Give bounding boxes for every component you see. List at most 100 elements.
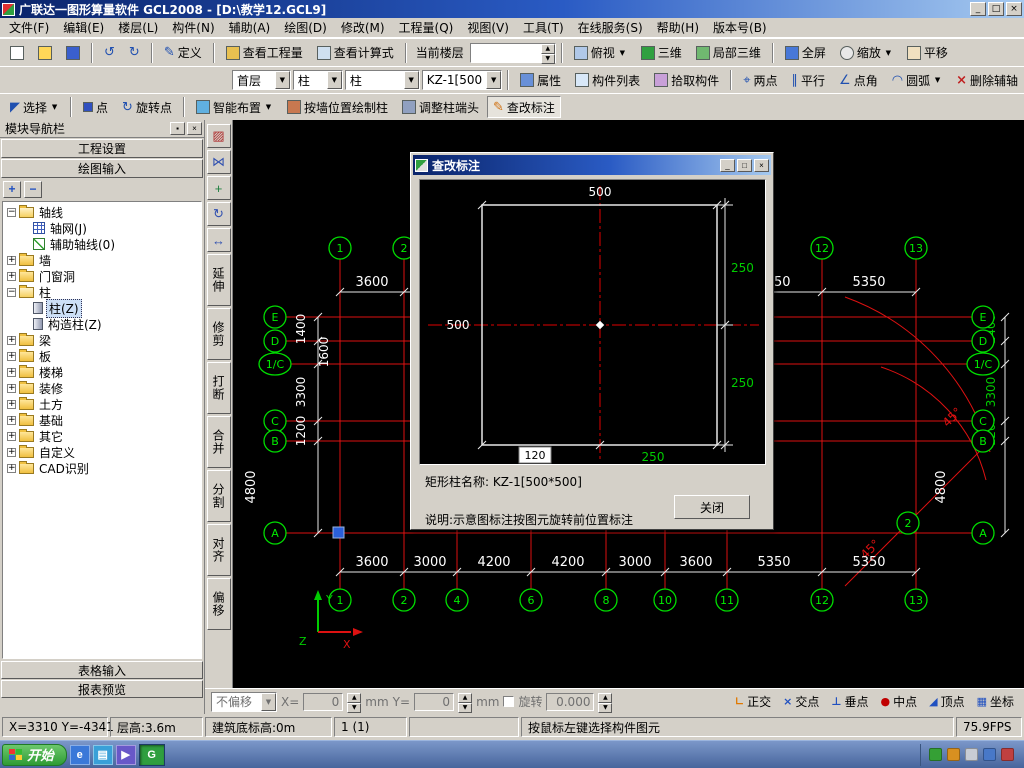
- minimize-button[interactable]: _: [970, 2, 986, 16]
- start-button[interactable]: 开始: [2, 743, 67, 766]
- edit-annotation-button[interactable]: ✎ 查改标注: [487, 96, 561, 118]
- menu-item-12[interactable]: 版本号(B): [706, 17, 774, 38]
- table-input-button[interactable]: 表格输入: [1, 661, 203, 679]
- element-combo[interactable]: KZ-1[500 ▼: [421, 70, 503, 90]
- x-offset-spinner[interactable]: ▲ ▼: [347, 692, 362, 713]
- view-formula-button[interactable]: 查看计算式: [311, 42, 400, 64]
- tree-item-门窗洞[interactable]: + 门窗洞: [3, 268, 201, 284]
- type-combo[interactable]: 柱 ▼: [344, 70, 420, 90]
- close-button[interactable]: ×: [1006, 2, 1022, 16]
- snap-toggle-正交[interactable]: ∟ 正交: [735, 693, 771, 710]
- chevron-down-icon[interactable]: ▼: [264, 98, 273, 116]
- chevron-down-icon[interactable]: ▼: [884, 44, 893, 62]
- vertical-tool-合并[interactable]: 合并: [206, 416, 231, 468]
- chevron-down-icon[interactable]: ▼: [486, 71, 502, 89]
- collapse-all-button[interactable]: −: [24, 180, 42, 198]
- tree-item-板[interactable]: + 板: [3, 348, 201, 364]
- view-quantity-button[interactable]: 查看工程量: [220, 42, 309, 64]
- full-screen-button[interactable]: 全屏: [779, 42, 832, 64]
- arc-axis-button[interactable]: ◠ 圆弧 ▼: [886, 69, 948, 91]
- rotate-icon[interactable]: ↻: [206, 202, 231, 226]
- media-app-button[interactable]: ▶: [115, 744, 136, 765]
- tree-item-CAD识别[interactable]: + CAD识别: [3, 460, 201, 476]
- tree-expander-icon[interactable]: +: [7, 415, 16, 425]
- menu-item-10[interactable]: 在线服务(S): [571, 17, 650, 38]
- dim-bottom-left[interactable]: 120: [525, 449, 546, 462]
- tree-expander-icon[interactable]: −: [7, 287, 16, 297]
- section-draw-input[interactable]: 绘图输入: [1, 159, 203, 178]
- rotate-point-button[interactable]: ↻ 旋转点: [116, 96, 178, 118]
- vertical-tool-延伸[interactable]: 延伸: [206, 254, 231, 306]
- spin-up-icon[interactable]: ▲: [540, 43, 555, 54]
- top-view-button[interactable]: 俯视 ▼: [568, 42, 633, 64]
- maximize-button[interactable]: □: [988, 2, 1004, 16]
- menu-item-2[interactable]: 楼层(L): [111, 17, 165, 38]
- chevron-down-icon[interactable]: ▼: [326, 71, 342, 89]
- smart-layout-button[interactable]: 智能布置 ▼: [190, 96, 279, 118]
- pan-button[interactable]: 平移: [901, 42, 954, 64]
- properties-button[interactable]: 属性: [514, 69, 567, 91]
- tree-expander-icon[interactable]: +: [7, 367, 16, 377]
- vertical-tool-分割[interactable]: 分割: [206, 470, 231, 522]
- tree-item-轴网(J)[interactable]: 轴网(J): [3, 220, 201, 236]
- network-icon[interactable]: [983, 748, 996, 761]
- tree-expander-icon[interactable]: +: [7, 335, 16, 345]
- snap-toggle-交点[interactable]: × 交点: [783, 693, 819, 710]
- menu-item-6[interactable]: 修改(M): [334, 17, 392, 38]
- chevron-down-icon[interactable]: ▼: [403, 71, 419, 89]
- tree-item-构造柱(Z)[interactable]: 构造柱(Z): [3, 316, 201, 332]
- selected-column-element[interactable]: [332, 526, 345, 539]
- spin-down-icon[interactable]: ▼: [540, 53, 555, 64]
- spin-up-icon[interactable]: ▲: [347, 692, 362, 703]
- show-desktop-button[interactable]: ▤: [92, 744, 113, 765]
- parallel-axis-button[interactable]: ∥ 平行: [786, 69, 832, 91]
- menu-item-1[interactable]: 编辑(E): [56, 17, 111, 38]
- menu-item-4[interactable]: 辅助(A): [222, 17, 278, 38]
- expand-all-button[interactable]: +: [3, 180, 21, 198]
- vertical-tool-偏移[interactable]: 偏移: [206, 578, 231, 630]
- menu-item-7[interactable]: 工程量(Q): [392, 17, 461, 38]
- move-icon[interactable]: +: [206, 176, 231, 200]
- draw-by-wall-button[interactable]: 按墙位置绘制柱: [281, 96, 394, 118]
- tree-expander-icon[interactable]: +: [7, 255, 16, 265]
- tree-expander-icon[interactable]: +: [7, 463, 16, 473]
- spin-up-icon[interactable]: ▲: [458, 692, 473, 703]
- rotate-input[interactable]: 0.000: [546, 692, 595, 711]
- chevron-down-icon[interactable]: ▼: [50, 98, 59, 116]
- gcl-app-button[interactable]: G: [138, 743, 165, 766]
- spin-up-icon[interactable]: ▲: [598, 692, 613, 703]
- zoom-button[interactable]: 缩放 ▼: [834, 42, 899, 64]
- floor-combo[interactable]: 首层 ▼: [232, 70, 291, 90]
- current-floor-combo[interactable]: ▲ ▼: [469, 42, 556, 64]
- tree-item-墙[interactable]: + 墙: [3, 252, 201, 268]
- tree-expander-icon[interactable]: +: [7, 431, 16, 441]
- chevron-down-icon[interactable]: ▼: [933, 71, 942, 89]
- new-button[interactable]: [4, 42, 30, 64]
- orange-tray-icon[interactable]: [947, 748, 960, 761]
- tree-item-装修[interactable]: + 装修: [3, 380, 201, 396]
- stretch-icon[interactable]: ↔: [206, 228, 231, 252]
- two-point-axis-button[interactable]: ⌖ 两点: [737, 69, 783, 91]
- tree-expander-icon[interactable]: −: [7, 207, 16, 217]
- tree-item-基础[interactable]: + 基础: [3, 412, 201, 428]
- point-angle-button[interactable]: ∠ 点角: [833, 69, 884, 91]
- offset-mode-combo[interactable]: 不偏移 ▼: [211, 691, 277, 712]
- close-panel-button[interactable]: ×: [187, 122, 202, 135]
- save-button[interactable]: [60, 42, 86, 64]
- tree-item-楼梯[interactable]: + 楼梯: [3, 364, 201, 380]
- dialog-title-bar[interactable]: 查改标注 _ □ ×: [413, 155, 771, 175]
- spin-down-icon[interactable]: ▼: [347, 702, 362, 713]
- adjust-column-end-button[interactable]: 调整柱端头: [396, 96, 485, 118]
- snap-toggle-坐标[interactable]: ▦ 坐标: [977, 693, 1014, 710]
- spin-down-icon[interactable]: ▼: [598, 702, 613, 713]
- tree-item-梁[interactable]: + 梁: [3, 332, 201, 348]
- floor-spinner[interactable]: ▲ ▼: [540, 43, 555, 64]
- vertical-tool-对齐[interactable]: 对齐: [206, 524, 231, 576]
- chevron-down-icon[interactable]: ▼: [261, 692, 276, 711]
- y-offset-input[interactable]: 0: [414, 692, 455, 711]
- menu-item-0[interactable]: 文件(F): [2, 17, 56, 38]
- tree-expander-icon[interactable]: +: [7, 399, 16, 409]
- dialog-close-icon[interactable]: ×: [754, 158, 769, 172]
- menu-item-8[interactable]: 视图(V): [460, 17, 516, 38]
- menu-item-5[interactable]: 绘图(D): [277, 17, 334, 38]
